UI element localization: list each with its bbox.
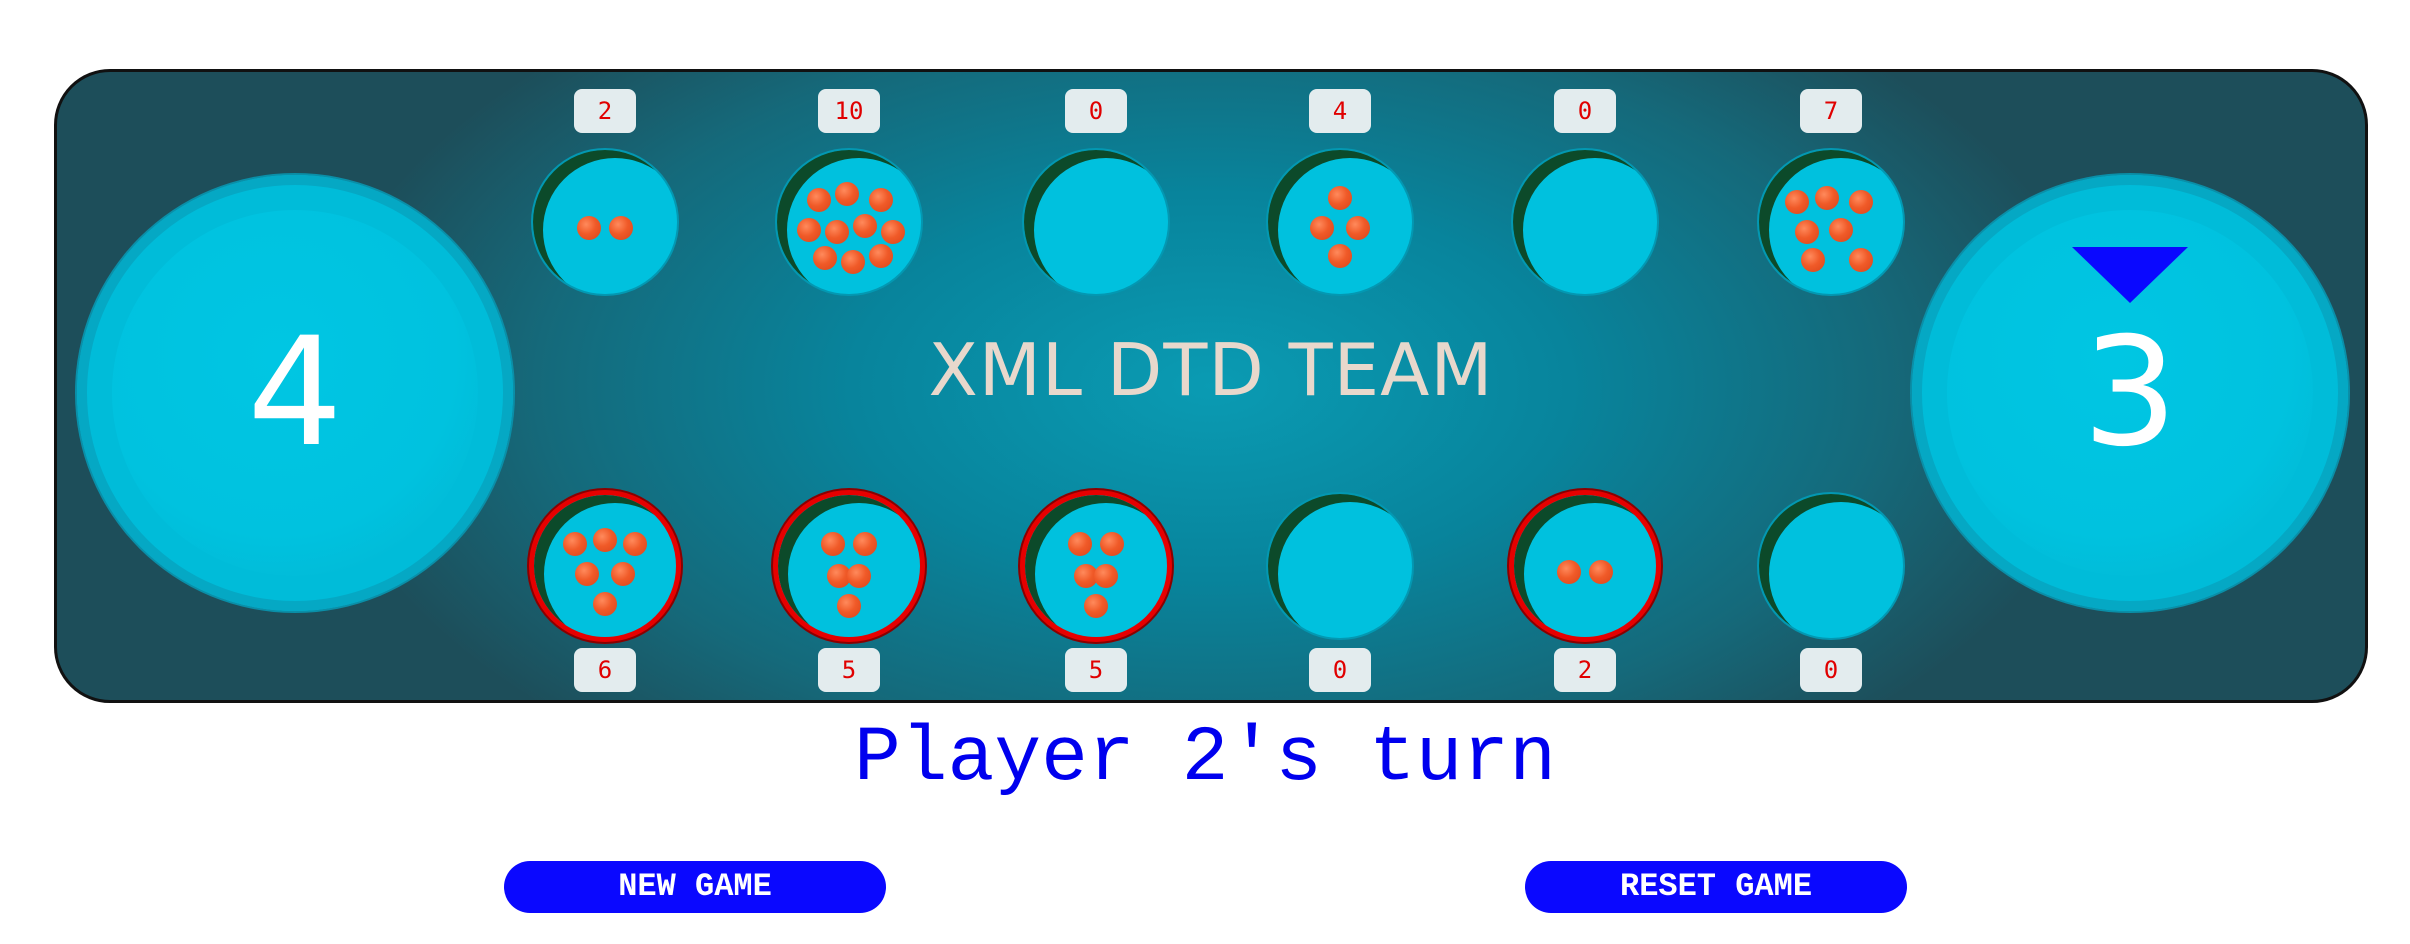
seed	[1068, 532, 1092, 556]
bottom-pit-6-count: 0	[1800, 648, 1862, 692]
bottom-pit-1[interactable]	[529, 490, 681, 642]
seed	[821, 532, 845, 556]
seed	[1084, 594, 1108, 618]
top-pit-6-count: 7	[1800, 89, 1862, 133]
top-pit-5-count: 0	[1554, 89, 1616, 133]
top-pit-3[interactable]	[1024, 150, 1168, 294]
seed	[593, 592, 617, 616]
turn-indicator-arrow-icon	[2072, 247, 2188, 303]
game-stage: 4 3 XML DTD TEAM 2 10 0 4 0 7 6 5 5 0 2 0 Player 2'…	[0, 0, 2410, 944]
bottom-pit-1-count: 6	[574, 648, 636, 692]
seed	[1328, 186, 1352, 210]
seed	[1849, 190, 1873, 214]
bottom-pit-3-count: 5	[1065, 648, 1127, 692]
bottom-pit-2[interactable]	[773, 490, 925, 642]
new-game-button[interactable]: NEW GAME	[504, 861, 886, 913]
top-pit-3-count: 0	[1065, 89, 1127, 133]
seed	[563, 532, 587, 556]
seed	[1589, 560, 1613, 584]
turn-status: Player 2's turn	[853, 715, 1557, 803]
seed	[1346, 216, 1370, 240]
top-pit-2-count: 10	[818, 89, 880, 133]
seed	[623, 532, 647, 556]
bottom-pit-5[interactable]	[1509, 490, 1661, 642]
seed	[1310, 216, 1334, 240]
seed	[869, 244, 893, 268]
seed	[807, 188, 831, 212]
reset-game-button[interactable]: RESET GAME	[1525, 861, 1907, 913]
seed	[869, 188, 893, 212]
seed	[797, 218, 821, 242]
seed	[847, 564, 871, 588]
seed	[835, 182, 859, 206]
bottom-pit-4[interactable]	[1268, 494, 1412, 638]
seed	[1801, 248, 1825, 272]
seed	[1100, 532, 1124, 556]
top-pit-5[interactable]	[1513, 150, 1657, 294]
bottom-pit-2-count: 5	[818, 648, 880, 692]
seed	[837, 594, 861, 618]
bottom-pit-5-count: 2	[1554, 648, 1616, 692]
top-pit-1[interactable]	[533, 150, 677, 294]
team-label: XML DTD TEAM	[928, 328, 1494, 412]
player-1-store-score: 4	[247, 306, 343, 480]
seed	[1557, 560, 1581, 584]
seed	[1815, 186, 1839, 210]
seed	[825, 220, 849, 244]
bottom-pit-6[interactable]	[1759, 494, 1903, 638]
player-2-store-score: 3	[2082, 306, 2178, 480]
seed	[813, 246, 837, 270]
seed	[609, 216, 633, 240]
seed	[841, 250, 865, 274]
top-pit-4[interactable]	[1268, 150, 1412, 294]
seed	[1829, 218, 1853, 242]
seed	[577, 216, 601, 240]
mancala-board: 4 3 XML DTD TEAM 2 10 0 4 0 7 6 5 5 0 2 0	[54, 69, 2368, 703]
seed	[1094, 564, 1118, 588]
seed	[881, 220, 905, 244]
seed	[1849, 248, 1873, 272]
seed	[1328, 244, 1352, 268]
seed	[853, 214, 877, 238]
seed	[593, 528, 617, 552]
seed	[575, 562, 599, 586]
bottom-pit-4-count: 0	[1309, 648, 1371, 692]
seed	[611, 562, 635, 586]
top-pit-4-count: 4	[1309, 89, 1371, 133]
seed	[1785, 190, 1809, 214]
top-pit-1-count: 2	[574, 89, 636, 133]
bottom-pit-3[interactable]	[1020, 490, 1172, 642]
seed	[1795, 220, 1819, 244]
seed	[853, 532, 877, 556]
